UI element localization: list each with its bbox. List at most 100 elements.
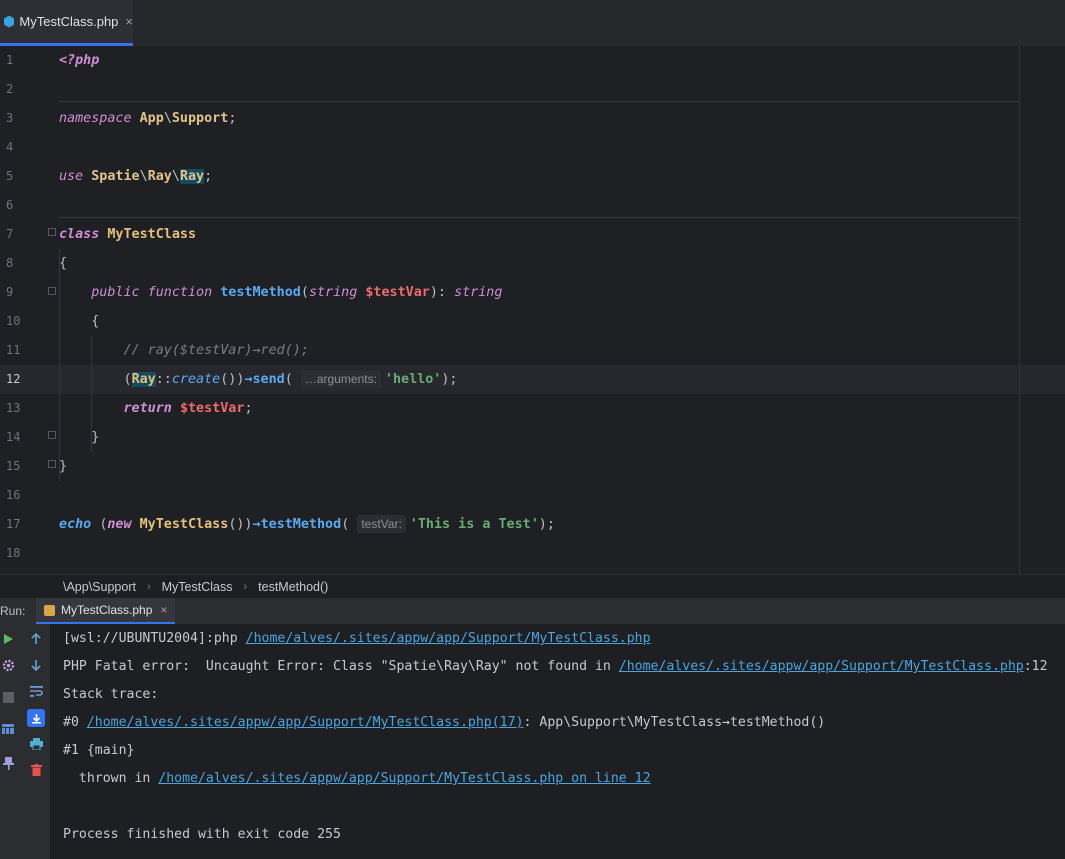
line-number: 3 — [6, 111, 14, 125]
code-line-12: (Ray::create())→send( …arguments:'hello'… — [59, 365, 457, 394]
brace: } — [91, 430, 100, 445]
breadcrumb-class[interactable]: MyTestClass — [162, 580, 233, 594]
class-reference-highlighted[interactable]: Ray — [131, 372, 156, 387]
php-run-config-icon — [44, 604, 55, 616]
line-number: 13 — [6, 401, 21, 415]
run-label: Run: — [0, 604, 26, 618]
keyword-class: class — [59, 227, 100, 242]
editor-tab-bar: MyTestClass.php × — [0, 0, 1065, 46]
code-line-5: use Spatie\Ray\Ray; — [59, 162, 212, 191]
class-name: MyTestClass — [107, 227, 197, 242]
close-icon[interactable]: × — [160, 603, 167, 617]
console-text: #0 — [63, 715, 87, 730]
file-link[interactable]: /home/alves/.sites/appw/app/Support/MyTe… — [87, 715, 524, 730]
console-text: thrown in — [63, 771, 159, 786]
breadcrumb-namespace[interactable]: \App\Support — [63, 580, 136, 594]
line-number: 11 — [6, 343, 21, 357]
run-tab-label: MyTestClass.php — [61, 603, 153, 617]
print-icon[interactable] — [28, 736, 44, 752]
comment: // ray($testVar)→red(); — [123, 343, 309, 358]
parameter-hint: …arguments: — [300, 370, 381, 388]
brace: { — [59, 256, 68, 271]
console-line: #1 {main} — [63, 737, 134, 765]
editor-tab-mytestclass[interactable]: MyTestClass.php × — [0, 0, 133, 46]
class-reference-highlighted[interactable]: Ray — [179, 169, 205, 184]
console-output[interactable]: [wsl://UBUNTU2004]:php /home/alves/.site… — [51, 624, 1065, 859]
variable: $testVar — [365, 285, 430, 300]
settings-icon[interactable] — [0, 657, 16, 673]
pin-icon[interactable] — [0, 755, 16, 771]
file-link[interactable]: /home/alves/.sites/appw/app/Support/MyTe… — [619, 659, 1024, 674]
file-link[interactable]: /home/alves/.sites/appw/app/Support/MyTe… — [158, 771, 650, 786]
php-open-tag: <?php — [59, 53, 100, 68]
paren: ( — [284, 372, 293, 387]
fold-marker-icon[interactable] — [48, 287, 56, 295]
code-line-10: { — [59, 307, 99, 336]
arrow-operator: → — [252, 517, 261, 532]
console-line: Process finished with exit code 255 — [63, 821, 341, 849]
fold-marker-icon[interactable] — [48, 460, 56, 468]
semicolon: ; — [228, 111, 237, 126]
console-text: Process finished with exit code 255 — [63, 827, 341, 842]
code-line-17: echo (new MyTestClass())→testMethod( tes… — [59, 510, 555, 539]
paren: ); — [441, 372, 458, 387]
arrow-operator: → — [244, 372, 253, 387]
line-number: 8 — [6, 256, 14, 270]
line-number: 6 — [6, 198, 14, 212]
keyword-namespace: namespace — [59, 111, 132, 126]
method-call-testmethod: testMethod — [260, 517, 342, 532]
namespace-part: Ray — [147, 169, 172, 184]
string-literal: 'hello' — [384, 372, 442, 387]
line-number: 15 — [6, 459, 21, 473]
semicolon: ; — [244, 401, 253, 416]
trash-icon[interactable] — [28, 762, 44, 778]
console-line: Stack trace: — [63, 681, 158, 709]
run-icon[interactable] — [0, 631, 16, 647]
line-number: 16 — [6, 488, 21, 502]
keyword-use: use — [59, 169, 84, 184]
breadcrumb: \App\Support › MyTestClass › testMethod(… — [0, 574, 1065, 598]
code-line-1: <?php — [59, 46, 99, 75]
fold-marker-icon[interactable] — [48, 228, 56, 236]
soft-wrap-icon[interactable] — [28, 683, 44, 699]
console-line: PHP Fatal error: Uncaught Error: Class "… — [63, 653, 1048, 681]
code-line-13: return $testVar; — [59, 394, 253, 423]
paren: ); — [538, 517, 555, 532]
code-line-15: } — [59, 452, 67, 481]
line-number: 10 — [6, 314, 21, 328]
class-name: MyTestClass — [139, 517, 229, 532]
console-text: #1 {main} — [63, 743, 135, 758]
breadcrumb-separator-icon: › — [243, 580, 248, 593]
paren: ( — [341, 517, 350, 532]
code-editor[interactable]: 1 2 3 4 5 6 7 8 9 10 11 12 13 14 15 16 1… — [0, 46, 1065, 574]
line-number: 18 — [6, 546, 21, 560]
static-method-create: create — [171, 372, 221, 387]
variable: $testVar — [179, 401, 245, 416]
line-number: 1 — [6, 53, 14, 67]
run-toolbar-secondary — [22, 624, 51, 859]
paren: ( — [123, 372, 132, 387]
file-link[interactable]: /home/alves/.sites/appw/app/Support/MyTe… — [246, 631, 651, 646]
close-icon[interactable]: × — [125, 14, 133, 29]
code-line-11: // ray($testVar)→red(); — [59, 336, 309, 365]
breadcrumb-method[interactable]: testMethod() — [258, 580, 328, 594]
editor-tab-label: MyTestClass.php — [19, 14, 119, 29]
fold-marker-icon[interactable] — [48, 431, 56, 439]
brace: { — [91, 314, 100, 329]
up-arrow-icon[interactable] — [28, 631, 44, 647]
namespace-separator: \ — [171, 169, 180, 184]
keyword-function: function — [147, 285, 213, 300]
scroll-to-end-icon[interactable] — [27, 709, 45, 727]
layout-icon[interactable] — [0, 721, 16, 737]
line-number: 9 — [6, 285, 14, 299]
breadcrumb-separator-icon: › — [146, 580, 151, 593]
paren: () — [220, 372, 237, 387]
run-tab-mytestclass[interactable]: MyTestClass.php × — [36, 598, 176, 624]
down-arrow-icon[interactable] — [28, 657, 44, 673]
stop-icon[interactable] — [0, 689, 16, 705]
line-number: 4 — [6, 140, 14, 154]
console-text: [wsl://UBUNTU2004]:php — [63, 631, 246, 646]
return-type: string — [454, 285, 503, 300]
code-area[interactable]: <?php namespace App\Support; use Spatie\… — [59, 46, 1019, 574]
code-line-3: namespace App\Support; — [59, 104, 236, 133]
